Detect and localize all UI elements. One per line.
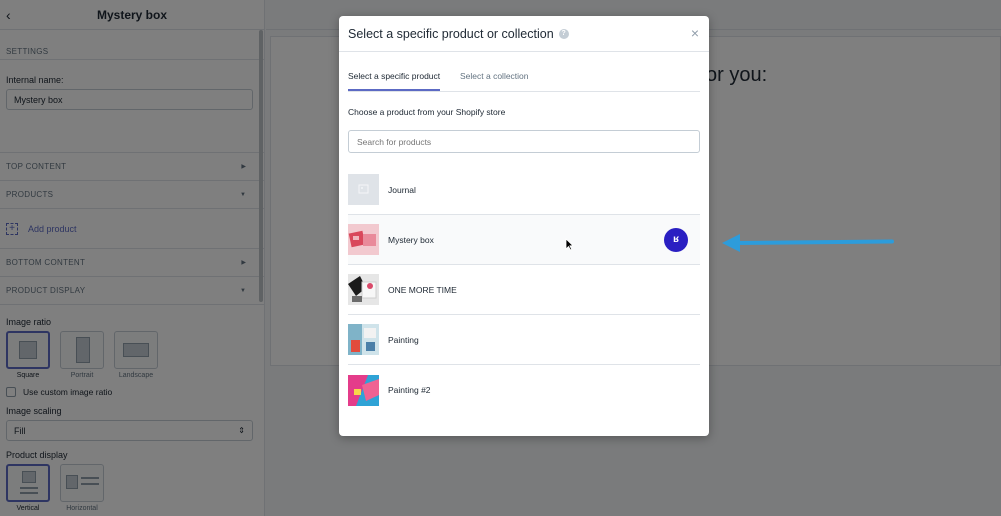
tab-specific-product[interactable]: Select a specific product — [348, 71, 441, 91]
product-thumbnail — [348, 274, 379, 305]
product-name: Painting — [388, 334, 419, 345]
search-input[interactable] — [348, 130, 700, 153]
list-item[interactable]: Painting — [348, 315, 700, 365]
product-thumbnail — [348, 374, 379, 406]
tab-collection[interactable]: Select a collection — [460, 71, 529, 89]
product-name: Painting #2 — [388, 385, 431, 395]
help-icon[interactable]: ? — [558, 28, 569, 39]
modal-header: Select a specific product or collection … — [339, 16, 709, 52]
list-item[interactable]: Journal — [348, 165, 700, 215]
list-item[interactable]: Painting #2 — [348, 365, 700, 415]
close-icon[interactable]: × — [691, 25, 699, 41]
modal-title: Select a specific product or collection — [348, 26, 554, 41]
product-name: Mystery box — [388, 234, 434, 245]
list-item[interactable]: Mystery box ʁ — [348, 215, 700, 265]
app-logo-icon[interactable]: ʁ — [664, 228, 688, 252]
product-list: Journal Mystery box ʁ ONE MORE TIME Pain… — [348, 165, 700, 415]
modal-tabs: Select a specific product Select a colle… — [348, 68, 700, 92]
mouse-cursor-icon — [565, 238, 574, 251]
product-name: ONE MORE TIME — [388, 284, 457, 295]
modal-instruction: Choose a product from your Shopify store — [348, 107, 506, 117]
product-thumbnail — [348, 224, 379, 255]
image-placeholder-icon — [348, 174, 379, 205]
list-item[interactable]: ONE MORE TIME — [348, 265, 700, 315]
product-name: Journal — [388, 184, 416, 195]
product-thumbnail — [348, 324, 379, 355]
product-picker-modal: Select a specific product or collection … — [339, 16, 709, 436]
annotation-arrow-icon — [722, 234, 894, 252]
